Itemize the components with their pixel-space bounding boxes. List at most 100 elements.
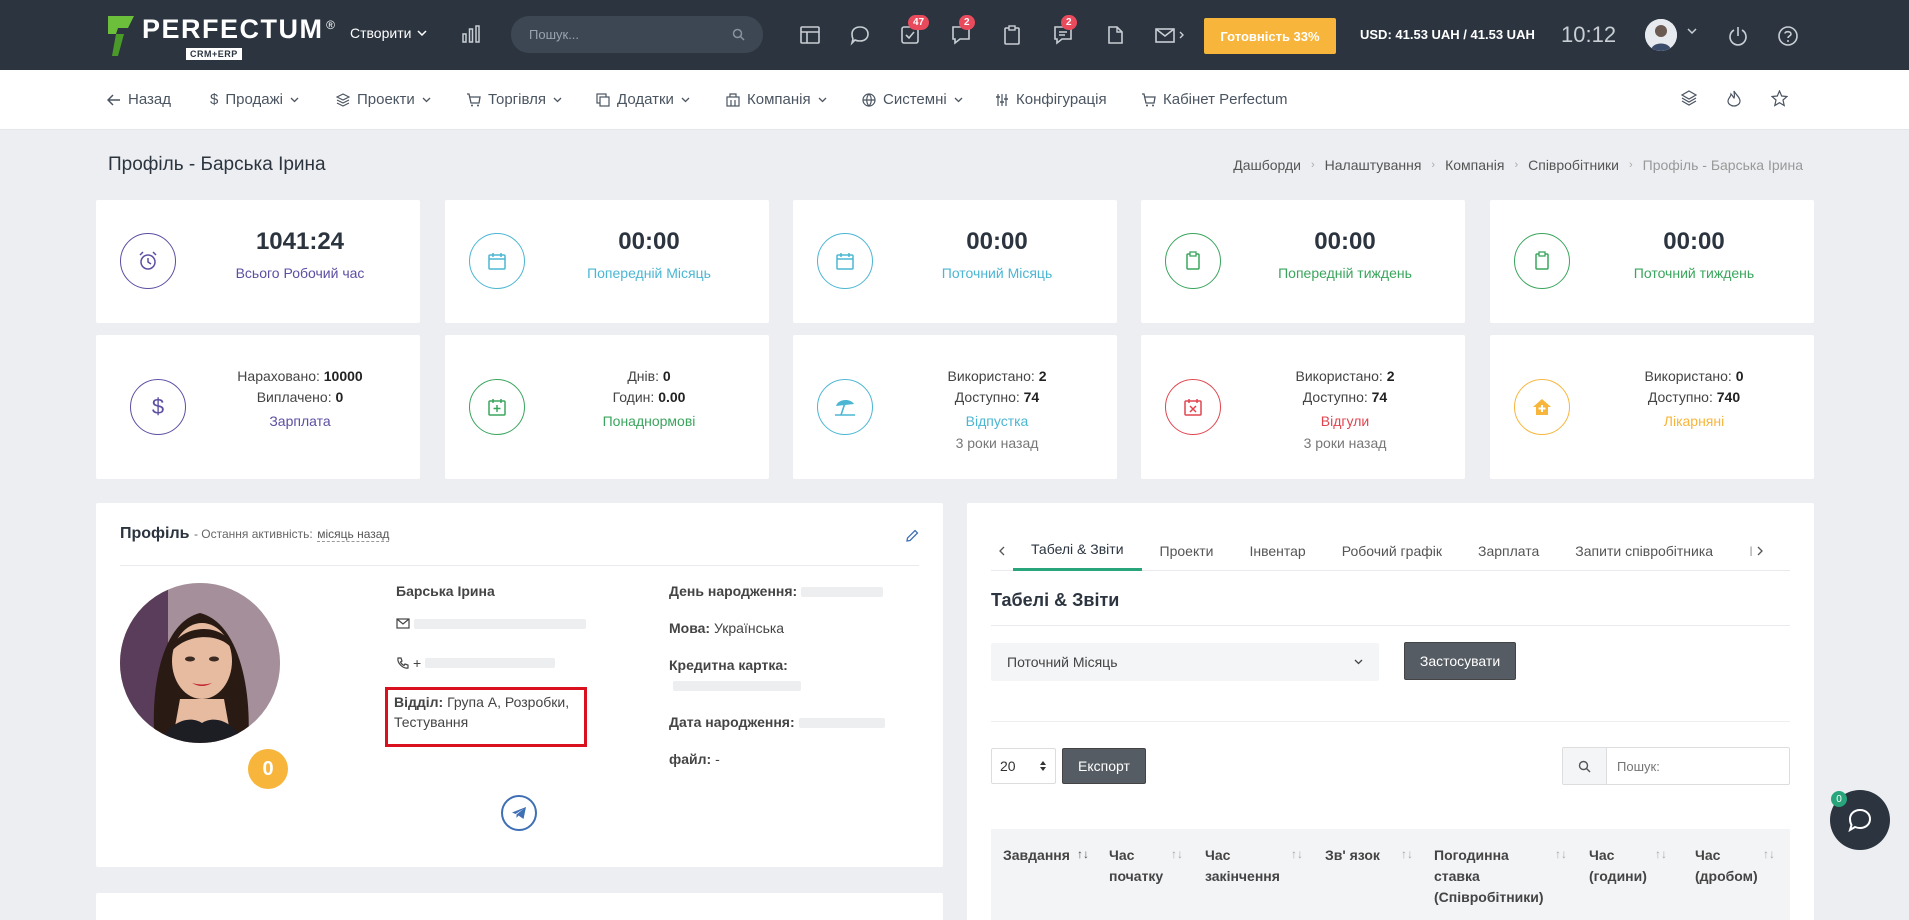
comment-icon[interactable] xyxy=(849,24,871,46)
nav-projects[interactable]: Проекти xyxy=(336,91,431,108)
stat-label[interactable]: Лікарняні xyxy=(1574,413,1814,429)
readiness-button[interactable]: Готовність 33% xyxy=(1204,18,1336,54)
column-header[interactable]: Час початку xyxy=(1109,845,1179,887)
nav-back[interactable]: Назад xyxy=(107,91,171,108)
logo[interactable]: PERFECTUM ® CRM+ERP xyxy=(106,14,335,62)
chevron-down-icon xyxy=(954,97,963,102)
stat-line-label: Днів: xyxy=(627,368,659,384)
chat-bubble-icon xyxy=(1848,808,1872,833)
layers-icon[interactable] xyxy=(1681,90,1697,106)
table-search[interactable] xyxy=(1562,747,1790,785)
stat-card-previous-week: 00:00 Попередній тиждень xyxy=(1141,200,1465,323)
chevron-down-icon xyxy=(681,97,690,102)
column-header[interactable]: Час (дробом) xyxy=(1695,845,1765,887)
pencil-icon[interactable] xyxy=(905,529,919,543)
messages-icon[interactable]: 2 xyxy=(1052,15,1077,46)
sort-icon[interactable]: ↑↓ xyxy=(1555,847,1567,861)
bar-chart-icon[interactable] xyxy=(461,24,481,44)
column-header[interactable]: Час закінчення xyxy=(1205,845,1295,887)
tab-salary[interactable]: Зарплата xyxy=(1460,531,1557,571)
birthday-row: День народження: xyxy=(669,583,884,599)
chevron-right-icon[interactable] xyxy=(1753,544,1767,558)
credit-card-label: Кредитна картка: xyxy=(669,657,788,673)
column-header[interactable]: Погодинна ставка (Співробітники) xyxy=(1434,845,1549,908)
tab-timesheets[interactable]: Табелі & Звіти xyxy=(1013,531,1142,571)
global-search-input[interactable] xyxy=(529,27,719,42)
messages-badge: 2 xyxy=(1061,15,1077,30)
tasks-badge: 47 xyxy=(908,15,930,30)
power-icon[interactable] xyxy=(1727,25,1749,47)
credit-card-redacted xyxy=(673,681,801,691)
sort-icon[interactable]: ↑↓ xyxy=(1077,847,1089,861)
star-icon[interactable] xyxy=(1771,90,1788,107)
breadcrumb-item[interactable]: Співробітники xyxy=(1528,157,1619,173)
sort-icon[interactable]: ↑↓ xyxy=(1763,847,1775,861)
sort-icon[interactable]: ↑↓ xyxy=(1291,847,1303,861)
create-button[interactable]: Створити xyxy=(350,25,427,41)
stat-label[interactable]: Понаднормові xyxy=(529,413,769,429)
nav-label: Продажі xyxy=(225,91,283,108)
chevron-down-icon[interactable] xyxy=(1687,28,1697,34)
telegram-button[interactable] xyxy=(501,795,537,831)
breadcrumb-item[interactable]: Дашборди xyxy=(1233,157,1301,173)
nav-company[interactable]: Компанія xyxy=(726,91,827,108)
global-search[interactable] xyxy=(511,16,763,53)
help-icon[interactable] xyxy=(1777,25,1799,47)
nav-trade[interactable]: Торгівля xyxy=(466,91,562,108)
tab-work-schedule[interactable]: Робочий графік xyxy=(1324,531,1460,571)
apply-button[interactable]: Застосувати xyxy=(1404,642,1516,680)
chat-icon[interactable]: 2 xyxy=(950,15,975,46)
fire-icon[interactable] xyxy=(1727,90,1741,107)
section-title: Табелі & Звіти xyxy=(991,590,1120,610)
envelope-icon xyxy=(396,618,410,629)
calendar-grid-icon[interactable] xyxy=(799,24,821,46)
sort-icon[interactable]: ↑↓ xyxy=(1655,847,1667,861)
stat-line-label: Доступно: xyxy=(1302,389,1368,405)
stat-label[interactable]: Всього Робочий час xyxy=(180,265,420,281)
nav-addons[interactable]: Додатки xyxy=(596,91,690,108)
column-header[interactable]: Час (години) xyxy=(1589,845,1649,887)
sort-icon[interactable]: ↑↓ xyxy=(1171,847,1183,861)
mail-icon[interactable] xyxy=(1154,24,1188,46)
stat-line-label: Використано: xyxy=(947,368,1035,384)
stat-label[interactable]: Попередній Місяць xyxy=(529,265,769,281)
language-value: Українська xyxy=(713,620,785,636)
alarm-clock-icon xyxy=(120,233,176,289)
stat-line-value: 0 xyxy=(1735,368,1744,384)
tab-inventory[interactable]: Інвентар xyxy=(1231,531,1323,571)
period-select[interactable]: Поточний Місяць xyxy=(991,643,1379,681)
stat-sub: 3 роки назад xyxy=(955,435,1039,451)
stat-label[interactable]: Відпустка xyxy=(877,413,1117,429)
chevron-left-icon[interactable] xyxy=(995,544,1009,558)
stat-label[interactable]: Поточний тиждень xyxy=(1574,265,1814,281)
column-header[interactable]: Зв' язок xyxy=(1325,845,1405,866)
page-size-select[interactable]: 20 xyxy=(991,748,1056,784)
stat-label[interactable]: Зарплата xyxy=(180,413,420,429)
stat-label[interactable]: Попередній тиждень xyxy=(1225,265,1465,281)
nav-perfectum-cabinet[interactable]: Кабінет Perfectum xyxy=(1141,91,1288,108)
tab-projects[interactable]: Проекти xyxy=(1142,531,1232,571)
nav-system[interactable]: Системні xyxy=(862,91,963,108)
user-avatar[interactable] xyxy=(1645,19,1677,51)
table-search-input[interactable] xyxy=(1607,748,1787,784)
clipboard-icon[interactable] xyxy=(1001,24,1023,46)
tab-truncated[interactable]: І xyxy=(1731,531,1753,571)
tab-employee-requests[interactable]: Запити співробітника xyxy=(1557,531,1731,571)
stat-line-value: 2 xyxy=(1386,368,1395,384)
logo-mark-icon xyxy=(108,16,134,56)
arrow-left-icon xyxy=(107,93,120,106)
chat-count-badge: 0 xyxy=(1831,791,1847,807)
breadcrumb-item[interactable]: Компанія xyxy=(1445,157,1504,173)
breadcrumb-item[interactable]: Налаштування xyxy=(1325,157,1422,173)
nav-configuration[interactable]: Конфігурація xyxy=(995,91,1107,108)
last-activity-label: - Остання активність: xyxy=(193,527,313,541)
stat-value: 1041:24 xyxy=(255,228,345,255)
sort-icon[interactable]: ↑↓ xyxy=(1401,847,1413,861)
stat-label[interactable]: Поточний Місяць xyxy=(877,265,1117,281)
tab-bar: Табелі & Звіти Проекти Інвентар Робочий … xyxy=(991,531,1790,571)
file-icon[interactable] xyxy=(1104,24,1126,46)
stat-label[interactable]: Відгули xyxy=(1225,413,1465,429)
tasks-icon[interactable]: 47 xyxy=(899,15,930,46)
export-button[interactable]: Експорт xyxy=(1062,748,1146,784)
nav-sales[interactable]: $ Продажі xyxy=(210,91,299,108)
